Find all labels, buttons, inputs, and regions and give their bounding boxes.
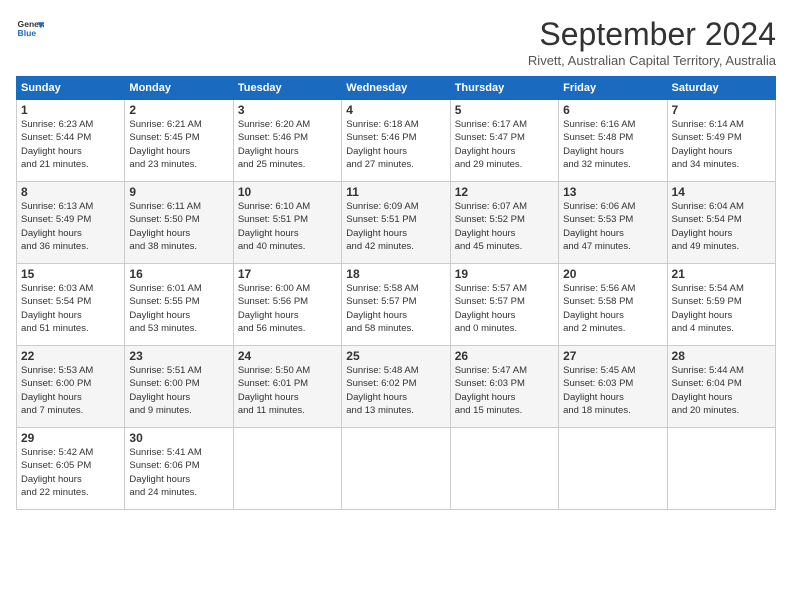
table-row: 16Sunrise: 6:01 AMSunset: 5:55 PMDayligh…	[125, 264, 233, 346]
logo: General Blue	[16, 16, 44, 44]
header-friday: Friday	[559, 77, 667, 100]
table-row: 10Sunrise: 6:10 AMSunset: 5:51 PMDayligh…	[233, 182, 341, 264]
table-row: 27Sunrise: 5:45 AMSunset: 6:03 PMDayligh…	[559, 346, 667, 428]
table-row: 14Sunrise: 6:04 AMSunset: 5:54 PMDayligh…	[667, 182, 775, 264]
page-header: General Blue September 2024 Rivett, Aust…	[16, 16, 776, 68]
table-row: 20Sunrise: 5:56 AMSunset: 5:58 PMDayligh…	[559, 264, 667, 346]
table-row: 22Sunrise: 5:53 AMSunset: 6:00 PMDayligh…	[17, 346, 125, 428]
month-title: September 2024	[528, 16, 776, 53]
calendar-header-row: Sunday Monday Tuesday Wednesday Thursday…	[17, 77, 776, 100]
table-row: 2Sunrise: 6:21 AMSunset: 5:45 PMDaylight…	[125, 100, 233, 182]
table-row: 13Sunrise: 6:06 AMSunset: 5:53 PMDayligh…	[559, 182, 667, 264]
header-wednesday: Wednesday	[342, 77, 450, 100]
table-row: 21Sunrise: 5:54 AMSunset: 5:59 PMDayligh…	[667, 264, 775, 346]
table-row: 8Sunrise: 6:13 AMSunset: 5:49 PMDaylight…	[17, 182, 125, 264]
table-row: 15Sunrise: 6:03 AMSunset: 5:54 PMDayligh…	[17, 264, 125, 346]
table-row: 29Sunrise: 5:42 AMSunset: 6:05 PMDayligh…	[17, 428, 125, 510]
table-row: 5Sunrise: 6:17 AMSunset: 5:47 PMDaylight…	[450, 100, 558, 182]
logo-icon: General Blue	[16, 16, 44, 44]
header-sunday: Sunday	[17, 77, 125, 100]
header-thursday: Thursday	[450, 77, 558, 100]
table-row: 17Sunrise: 6:00 AMSunset: 5:56 PMDayligh…	[233, 264, 341, 346]
table-row: 11Sunrise: 6:09 AMSunset: 5:51 PMDayligh…	[342, 182, 450, 264]
table-row	[559, 428, 667, 510]
table-row: 30Sunrise: 5:41 AMSunset: 6:06 PMDayligh…	[125, 428, 233, 510]
table-row: 18Sunrise: 5:58 AMSunset: 5:57 PMDayligh…	[342, 264, 450, 346]
location-subtitle: Rivett, Australian Capital Territory, Au…	[528, 53, 776, 68]
table-row	[233, 428, 341, 510]
table-row: 23Sunrise: 5:51 AMSunset: 6:00 PMDayligh…	[125, 346, 233, 428]
table-row: 7Sunrise: 6:14 AMSunset: 5:49 PMDaylight…	[667, 100, 775, 182]
table-row	[667, 428, 775, 510]
header-saturday: Saturday	[667, 77, 775, 100]
table-row: 24Sunrise: 5:50 AMSunset: 6:01 PMDayligh…	[233, 346, 341, 428]
title-block: September 2024 Rivett, Australian Capita…	[528, 16, 776, 68]
table-row: 25Sunrise: 5:48 AMSunset: 6:02 PMDayligh…	[342, 346, 450, 428]
table-row: 9Sunrise: 6:11 AMSunset: 5:50 PMDaylight…	[125, 182, 233, 264]
header-tuesday: Tuesday	[233, 77, 341, 100]
table-row: 4Sunrise: 6:18 AMSunset: 5:46 PMDaylight…	[342, 100, 450, 182]
table-row: 19Sunrise: 5:57 AMSunset: 5:57 PMDayligh…	[450, 264, 558, 346]
calendar-table: Sunday Monday Tuesday Wednesday Thursday…	[16, 76, 776, 510]
svg-text:Blue: Blue	[18, 28, 37, 38]
table-row: 26Sunrise: 5:47 AMSunset: 6:03 PMDayligh…	[450, 346, 558, 428]
table-row: 1Sunrise: 6:23 AMSunset: 5:44 PMDaylight…	[17, 100, 125, 182]
table-row: 28Sunrise: 5:44 AMSunset: 6:04 PMDayligh…	[667, 346, 775, 428]
table-row: 6Sunrise: 6:16 AMSunset: 5:48 PMDaylight…	[559, 100, 667, 182]
table-row: 12Sunrise: 6:07 AMSunset: 5:52 PMDayligh…	[450, 182, 558, 264]
table-row	[450, 428, 558, 510]
table-row	[342, 428, 450, 510]
header-monday: Monday	[125, 77, 233, 100]
table-row: 3Sunrise: 6:20 AMSunset: 5:46 PMDaylight…	[233, 100, 341, 182]
